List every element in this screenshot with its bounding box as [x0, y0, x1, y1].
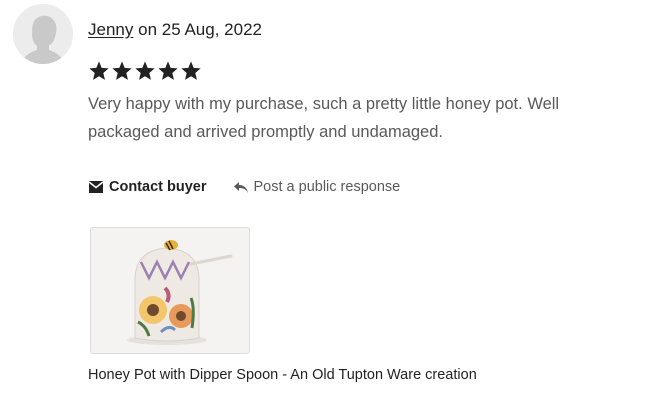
- contact-buyer-button[interactable]: Contact buyer: [88, 179, 207, 195]
- review-card: Jenny on 25 Aug, 2022 Very happy with my…: [0, 0, 648, 404]
- star-rating: [88, 60, 202, 82]
- product-title-link[interactable]: Honey Pot with Dipper Spoon - An Old Tup…: [88, 367, 477, 383]
- avatar[interactable]: [13, 4, 73, 64]
- date-prefix: on: [138, 20, 158, 39]
- reviewer-name-link[interactable]: Jenny: [88, 20, 133, 39]
- star-icon: [89, 61, 109, 80]
- product-thumbnail[interactable]: [90, 227, 250, 354]
- post-public-response-label: Post a public response: [253, 179, 401, 195]
- review-meta: Jenny on 25 Aug, 2022: [88, 20, 262, 40]
- post-public-response-button[interactable]: Post a public response: [233, 179, 401, 195]
- review-text: Very happy with my purchase, such a pret…: [88, 95, 560, 141]
- star-icon: [181, 61, 201, 80]
- star-icon: [158, 61, 178, 80]
- envelope-icon: [88, 181, 104, 193]
- contact-buyer-label: Contact buyer: [109, 179, 207, 195]
- review-actions: Contact buyer Post a public response: [88, 179, 400, 195]
- user-silhouette-icon: [13, 4, 73, 64]
- honey-pot-image: [91, 228, 249, 353]
- reply-arrow-icon: [233, 181, 248, 193]
- star-icon: [112, 61, 132, 80]
- review-date: 25 Aug, 2022: [161, 20, 262, 39]
- star-icon: [135, 61, 155, 80]
